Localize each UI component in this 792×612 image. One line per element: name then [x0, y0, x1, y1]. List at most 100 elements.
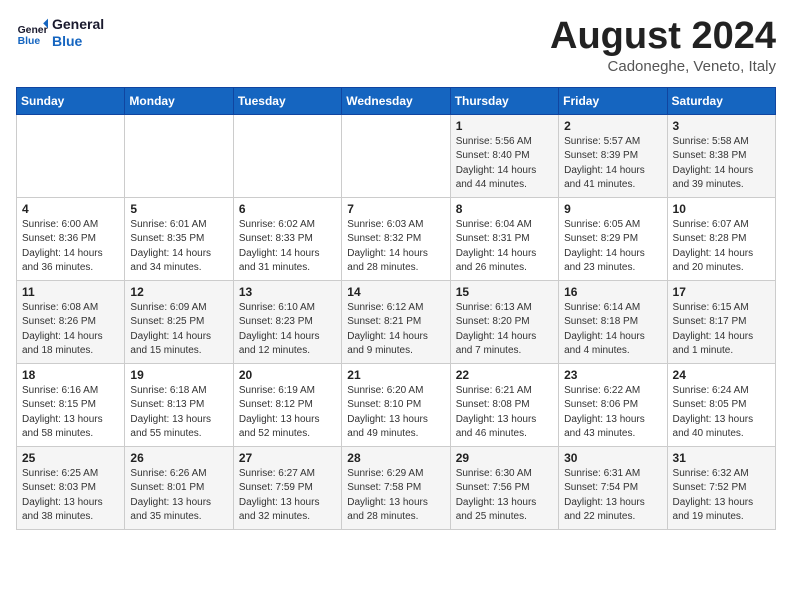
day-number: 28 — [347, 451, 444, 465]
day-detail: Sunrise: 6:02 AMSunset: 8:33 PMDaylight:… — [239, 218, 336, 276]
calendar-cell: 8 Sunrise: 6:04 AMSunset: 8:31 PMDaylight… — [450, 197, 558, 280]
day-detail: Sunrise: 6:29 AMSunset: 7:58 PMDaylight:… — [347, 467, 444, 525]
calendar-cell: 24 Sunrise: 6:24 AMSunset: 8:05 PMDayligh… — [667, 363, 775, 446]
calendar-cell: 28 Sunrise: 6:29 AMSunset: 7:58 PMDayligh… — [342, 446, 450, 529]
calendar-cell — [342, 114, 450, 197]
day-number: 15 — [456, 285, 553, 299]
day-detail: Sunrise: 6:30 AMSunset: 7:56 PMDaylight:… — [456, 467, 553, 525]
calendar-cell: 3 Sunrise: 5:58 AMSunset: 8:38 PMDaylight… — [667, 114, 775, 197]
day-number: 5 — [130, 202, 227, 216]
day-number: 20 — [239, 368, 336, 382]
day-detail: Sunrise: 6:05 AMSunset: 8:29 PMDaylight:… — [564, 218, 661, 276]
day-detail: Sunrise: 6:32 AMSunset: 7:52 PMDaylight:… — [673, 467, 770, 525]
calendar-cell: 29 Sunrise: 6:30 AMSunset: 7:56 PMDayligh… — [450, 446, 558, 529]
day-detail: Sunrise: 6:03 AMSunset: 8:32 PMDaylight:… — [347, 218, 444, 276]
calendar-cell: 20 Sunrise: 6:19 AMSunset: 8:12 PMDayligh… — [233, 363, 341, 446]
calendar-cell: 16Sunrise: 6:14 AMSunset: 8:18 PMDayligh… — [559, 280, 667, 363]
day-detail: Sunrise: 6:31 AMSunset: 7:54 PMDaylight:… — [564, 467, 661, 525]
day-detail: Sunrise: 6:24 AMSunset: 8:05 PMDaylight:… — [673, 384, 770, 442]
calendar-cell: 19 Sunrise: 6:18 AMSunset: 8:13 PMDayligh… — [125, 363, 233, 446]
calendar-cell — [233, 114, 341, 197]
day-detail: Sunrise: 6:19 AMSunset: 8:12 PMDaylight:… — [239, 384, 336, 442]
calendar-cell: 2Sunrise: 5:57 AMSunset: 8:39 PMDaylight… — [559, 114, 667, 197]
day-detail: Sunrise: 6:25 AMSunset: 8:03 PMDaylight:… — [22, 467, 119, 525]
calendar-cell: 7 Sunrise: 6:03 AMSunset: 8:32 PMDaylight… — [342, 197, 450, 280]
weekday-header: Monday — [125, 87, 233, 114]
day-detail: Sunrise: 6:12 AMSunset: 8:21 PMDaylight:… — [347, 301, 444, 359]
day-number: 30 — [564, 451, 661, 465]
day-number: 4 — [22, 202, 119, 216]
logo-line1: General — [52, 16, 104, 33]
calendar-cell — [17, 114, 125, 197]
calendar-header: SundayMondayTuesdayWednesdayThursdayFrid… — [17, 87, 776, 114]
day-detail: Sunrise: 6:27 AMSunset: 7:59 PMDaylight:… — [239, 467, 336, 525]
weekday-header: Wednesday — [342, 87, 450, 114]
calendar-cell: 15 Sunrise: 6:13 AMSunset: 8:20 PMDayligh… — [450, 280, 558, 363]
logo-line2: Blue — [52, 33, 104, 50]
day-number: 3 — [673, 119, 770, 133]
calendar-week-row: 11 Sunrise: 6:08 AMSunset: 8:26 PMDayligh… — [17, 280, 776, 363]
day-number: 29 — [456, 451, 553, 465]
calendar-cell: 4Sunrise: 6:00 AMSunset: 8:36 PMDaylight… — [17, 197, 125, 280]
calendar-cell: 6 Sunrise: 6:02 AMSunset: 8:33 PMDaylight… — [233, 197, 341, 280]
weekday-header: Saturday — [667, 87, 775, 114]
day-detail: Sunrise: 6:10 AMSunset: 8:23 PMDaylight:… — [239, 301, 336, 359]
day-number: 24 — [673, 368, 770, 382]
day-detail: Sunrise: 6:04 AMSunset: 8:31 PMDaylight:… — [456, 218, 553, 276]
day-detail: Sunrise: 6:18 AMSunset: 8:13 PMDaylight:… — [130, 384, 227, 442]
day-number: 6 — [239, 202, 336, 216]
day-number: 22 — [456, 368, 553, 382]
calendar-cell: 31Sunrise: 6:32 AMSunset: 7:52 PMDayligh… — [667, 446, 775, 529]
location: Cadoneghe, Veneto, Italy — [550, 58, 776, 75]
day-number: 23 — [564, 368, 661, 382]
day-number: 13 — [239, 285, 336, 299]
day-number: 11 — [22, 285, 119, 299]
calendar-cell: 26 Sunrise: 6:26 AMSunset: 8:01 PMDayligh… — [125, 446, 233, 529]
day-number: 19 — [130, 368, 227, 382]
day-number: 10 — [673, 202, 770, 216]
day-number: 12 — [130, 285, 227, 299]
day-detail: Sunrise: 6:07 AMSunset: 8:28 PMDaylight:… — [673, 218, 770, 276]
day-detail: Sunrise: 6:09 AMSunset: 8:25 PMDaylight:… — [130, 301, 227, 359]
day-number: 2 — [564, 119, 661, 133]
svg-text:General: General — [18, 25, 48, 36]
day-detail: Sunrise: 6:08 AMSunset: 8:26 PMDaylight:… — [22, 301, 119, 359]
calendar-cell: 27 Sunrise: 6:27 AMSunset: 7:59 PMDayligh… — [233, 446, 341, 529]
svg-text:Blue: Blue — [18, 36, 41, 47]
calendar-cell: 17Sunrise: 6:15 AMSunset: 8:17 PMDayligh… — [667, 280, 775, 363]
day-number: 9 — [564, 202, 661, 216]
day-detail: Sunrise: 5:58 AMSunset: 8:38 PMDaylight:… — [673, 135, 770, 193]
calendar-cell: 11 Sunrise: 6:08 AMSunset: 8:26 PMDayligh… — [17, 280, 125, 363]
day-number: 27 — [239, 451, 336, 465]
day-detail: Sunrise: 6:26 AMSunset: 8:01 PMDaylight:… — [130, 467, 227, 525]
day-detail: Sunrise: 6:21 AMSunset: 8:08 PMDaylight:… — [456, 384, 553, 442]
calendar-week-row: 4Sunrise: 6:00 AMSunset: 8:36 PMDaylight… — [17, 197, 776, 280]
logo: General Blue General Blue — [16, 16, 104, 50]
day-number: 14 — [347, 285, 444, 299]
day-detail: Sunrise: 6:20 AMSunset: 8:10 PMDaylight:… — [347, 384, 444, 442]
calendar-body: 1 Sunrise: 5:56 AMSunset: 8:40 PMDaylight… — [17, 114, 776, 529]
day-number: 26 — [130, 451, 227, 465]
day-number: 7 — [347, 202, 444, 216]
calendar-cell: 22 Sunrise: 6:21 AMSunset: 8:08 PMDayligh… — [450, 363, 558, 446]
page-header: General Blue General Blue August 2024 Ca… — [16, 16, 776, 75]
day-detail: Sunrise: 6:01 AMSunset: 8:35 PMDaylight:… — [130, 218, 227, 276]
calendar-cell: 10 Sunrise: 6:07 AMSunset: 8:28 PMDayligh… — [667, 197, 775, 280]
day-number: 21 — [347, 368, 444, 382]
weekday-row: SundayMondayTuesdayWednesdayThursdayFrid… — [17, 87, 776, 114]
day-detail: Sunrise: 6:13 AMSunset: 8:20 PMDaylight:… — [456, 301, 553, 359]
calendar-cell: 13 Sunrise: 6:10 AMSunset: 8:23 PMDayligh… — [233, 280, 341, 363]
calendar-cell: 18Sunrise: 6:16 AMSunset: 8:15 PMDayligh… — [17, 363, 125, 446]
logo-text: General Blue — [52, 16, 104, 50]
weekday-header: Tuesday — [233, 87, 341, 114]
weekday-header: Friday — [559, 87, 667, 114]
day-detail: Sunrise: 6:16 AMSunset: 8:15 PMDaylight:… — [22, 384, 119, 442]
calendar-cell: 9 Sunrise: 6:05 AMSunset: 8:29 PMDaylight… — [559, 197, 667, 280]
day-number: 1 — [456, 119, 553, 133]
day-detail: Sunrise: 5:56 AMSunset: 8:40 PMDaylight:… — [456, 135, 553, 193]
day-number: 8 — [456, 202, 553, 216]
calendar-cell: 14 Sunrise: 6:12 AMSunset: 8:21 PMDayligh… — [342, 280, 450, 363]
calendar-cell: 12 Sunrise: 6:09 AMSunset: 8:25 PMDayligh… — [125, 280, 233, 363]
day-detail: Sunrise: 6:15 AMSunset: 8:17 PMDaylight:… — [673, 301, 770, 359]
calendar-week-row: 25Sunrise: 6:25 AMSunset: 8:03 PMDayligh… — [17, 446, 776, 529]
